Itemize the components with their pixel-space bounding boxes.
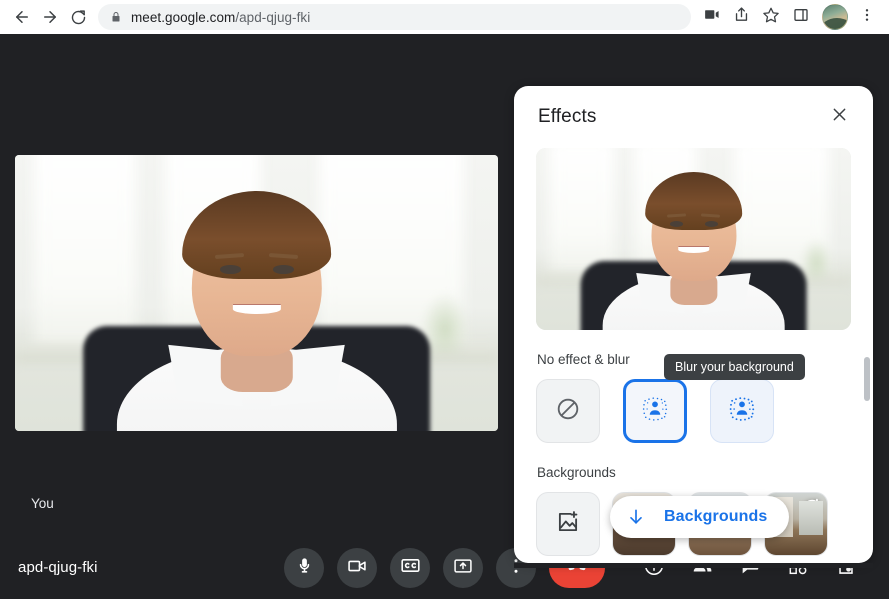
video-camera-icon [703, 6, 720, 28]
microphone-button[interactable] [284, 548, 324, 588]
upload-background-tile[interactable] [536, 492, 600, 556]
url-domain: meet.google.com [131, 9, 236, 25]
url-path: /apd-qjug-fki [235, 9, 311, 25]
self-video-name-label: You [31, 496, 54, 511]
reload-button[interactable] [64, 3, 92, 31]
forward-arrow-icon [41, 8, 59, 26]
closed-captions-icon [400, 555, 421, 581]
present-screen-icon [453, 556, 473, 581]
forward-button[interactable] [36, 3, 64, 31]
no-effect-tile[interactable] [536, 379, 600, 443]
close-effects-button[interactable] [824, 102, 854, 132]
lock-icon [110, 11, 122, 23]
blur-person-icon [727, 394, 757, 429]
meet-stage: You apd-qjug-fki Effects No effect & blu… [0, 34, 889, 599]
chrome-menu-button[interactable] [853, 3, 881, 31]
camera-button[interactable] [337, 548, 377, 588]
back-arrow-icon [13, 8, 31, 26]
effects-panel: Effects No effect & blur Backgrounds [514, 86, 873, 563]
url-text: meet.google.com/apd-qjug-fki [131, 10, 310, 25]
present-now-button[interactable] [443, 548, 483, 588]
profile-avatar[interactable] [822, 4, 848, 30]
video-camera-icon [347, 556, 367, 581]
side-panel-button[interactable] [787, 3, 815, 31]
browser-actions [697, 3, 881, 31]
blur-background-tile[interactable] [710, 379, 774, 443]
microphone-icon [295, 556, 314, 580]
no-effect-tile-row [536, 379, 851, 443]
screen-root: meet.google.com/apd-qjug-fki You apd-qju… [0, 0, 889, 599]
arrow-down-icon [626, 507, 646, 527]
block-circle-slash-icon [555, 396, 581, 427]
captions-button[interactable] [390, 548, 430, 588]
backgrounds-section-heading: Backgrounds [537, 465, 616, 480]
share-button[interactable] [727, 3, 755, 31]
slight-blur-tile[interactable] [623, 379, 687, 443]
side-panel-icon [793, 7, 809, 28]
meeting-code-label: apd-qjug-fki [18, 559, 98, 576]
blur-tooltip: Blur your background [664, 354, 805, 380]
share-icon [733, 6, 750, 28]
slight-blur-person-icon [640, 394, 670, 429]
bookmark-star-icon [762, 6, 780, 29]
reload-icon [70, 9, 87, 26]
panel-bottom-fade [514, 563, 873, 568]
close-icon [830, 105, 849, 129]
backgrounds-pill-label: Backgrounds [664, 508, 768, 525]
dynamic-background-icon [801, 497, 823, 524]
bookmark-button[interactable] [757, 3, 785, 31]
address-bar[interactable]: meet.google.com/apd-qjug-fki [98, 4, 691, 30]
add-image-icon [555, 509, 581, 540]
effects-panel-header: Effects [514, 86, 873, 148]
browser-toolbar: meet.google.com/apd-qjug-fki [0, 0, 889, 34]
effects-panel-body: No effect & blur Backgrounds [514, 148, 873, 556]
chrome-menu-icon [859, 7, 875, 28]
media-cast-button[interactable] [697, 3, 725, 31]
effects-panel-scrollbar[interactable] [864, 357, 870, 401]
self-video-feed [15, 155, 498, 431]
self-video-tile[interactable] [15, 155, 498, 431]
page-title: Effects [538, 106, 597, 127]
backgrounds-scroll-pill[interactable]: Backgrounds [610, 496, 790, 538]
back-button[interactable] [8, 3, 36, 31]
self-view-preview [536, 148, 851, 330]
